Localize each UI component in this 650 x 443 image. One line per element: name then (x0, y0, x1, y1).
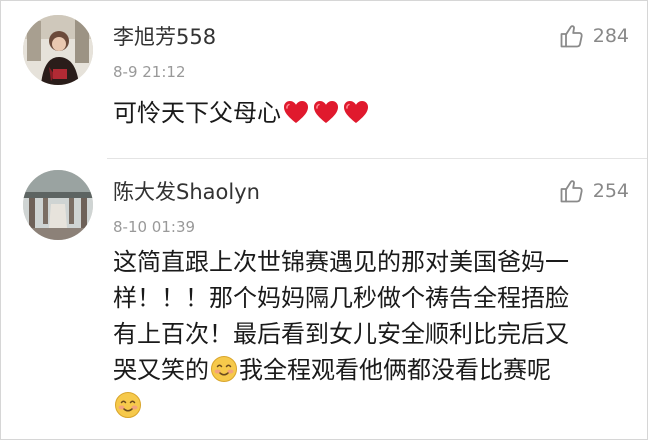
username[interactable]: 李旭芳558 (113, 21, 216, 51)
red-heart-icon (282, 98, 310, 126)
thumbs-up-icon (559, 23, 585, 49)
comment-item: 陈大发Shaolyn 8-10 01:39 254 这简直跟上次世锦赛遇见的那对… (1, 158, 650, 443)
comment-line: 有上百次！最后看到女儿安全顺利比完后又 (113, 320, 569, 348)
avatar-image (23, 15, 93, 85)
comment-line-emoji (113, 388, 633, 424)
comment-line-segment: 我全程观看他俩都没看比赛呢 (239, 356, 551, 384)
avatar[interactable] (23, 15, 93, 85)
like-count: 254 (592, 180, 629, 202)
username[interactable]: 陈大发Shaolyn (113, 176, 260, 206)
avatar-image (23, 170, 93, 240)
timestamp: 8-10 01:39 (113, 218, 196, 236)
avatar[interactable] (23, 170, 93, 240)
comment-list: 李旭芳558 8-9 21:12 284 可怜天下父母心 陈大发Shaolyn … (0, 0, 648, 440)
thumbs-up-icon (559, 178, 585, 204)
comment-line-with-emoji: 哭又笑的 我全程观看他俩都没看比赛呢 (113, 352, 633, 388)
smiling-face-icon (210, 355, 238, 383)
smiling-face-icon (114, 391, 142, 419)
comment-text: 可怜天下父母心 (113, 95, 633, 131)
like-button[interactable]: 254 (559, 178, 629, 204)
comment-line: 样！！！那个妈妈隔几秒做个祷告全程捂脸 (113, 284, 569, 312)
comment-item: 李旭芳558 8-9 21:12 284 可怜天下父母心 (1, 1, 650, 158)
red-heart-icon (312, 98, 340, 126)
comment-text: 这简直跟上次世锦赛遇见的那对美国爸妈一 样！！！那个妈妈隔几秒做个祷告全程捂脸 … (113, 244, 633, 424)
red-heart-icon (342, 98, 370, 126)
like-count: 284 (592, 25, 629, 47)
like-button[interactable]: 284 (559, 23, 629, 49)
comment-line: 这简直跟上次世锦赛遇见的那对美国爸妈一 (113, 248, 569, 276)
timestamp: 8-9 21:12 (113, 63, 186, 81)
comment-line-segment: 哭又笑的 (113, 356, 209, 384)
comment-body: 可怜天下父母心 (113, 99, 281, 127)
